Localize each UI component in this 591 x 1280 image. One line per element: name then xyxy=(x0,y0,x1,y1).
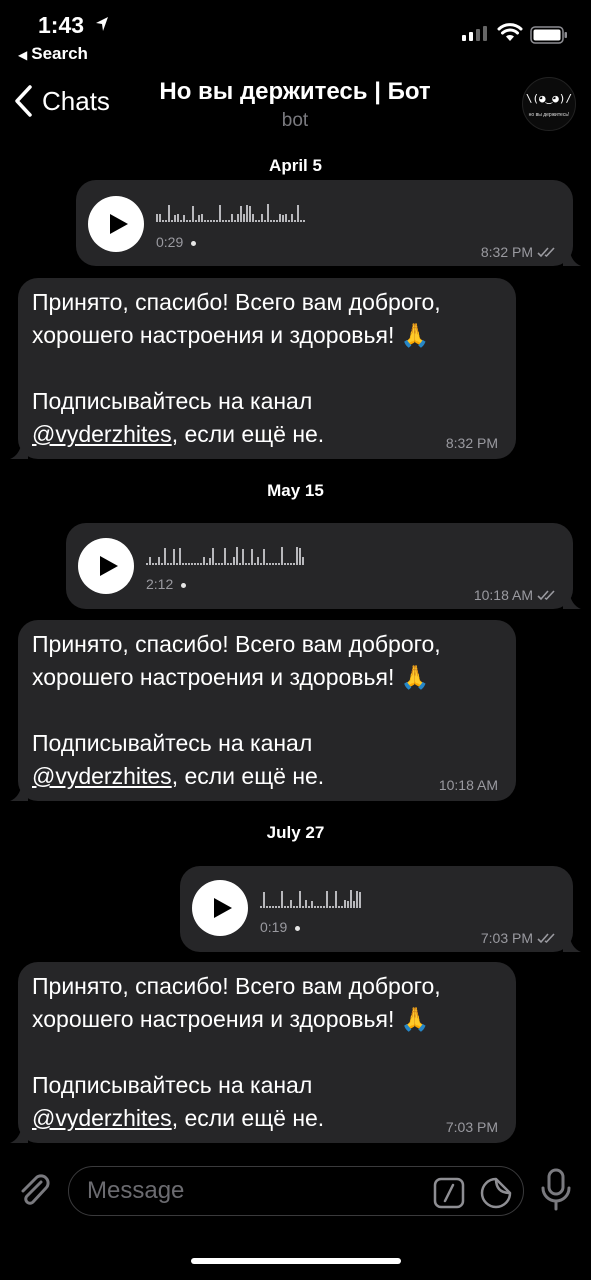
microphone-icon[interactable] xyxy=(538,1168,574,1212)
voice-duration: 0:19 xyxy=(260,919,301,935)
voice-waveform xyxy=(156,200,306,222)
voice-message-bubble[interactable]: 0:29 8:32 PM xyxy=(76,180,581,266)
message-meta: 7:03 PM xyxy=(481,930,559,946)
voice-duration: 2:12 xyxy=(146,576,187,592)
location-arrow-icon xyxy=(96,17,108,31)
incoming-message-bubble[interactable]: Принято, спасибо! Всего вам доброго, хор… xyxy=(10,962,516,1143)
bot-avatar[interactable]: \(◕‿◕)/ но вы держитесь! xyxy=(522,77,576,131)
cellular-signal-icon xyxy=(462,26,487,41)
chat-subtitle: bot xyxy=(281,110,309,131)
status-time: 1:43 xyxy=(38,12,85,38)
paperclip-icon[interactable] xyxy=(14,1170,54,1210)
wifi-icon xyxy=(497,23,523,41)
chevron-left-icon xyxy=(15,85,32,117)
message-time: 8:32 PM xyxy=(480,244,533,260)
date-separator: April 5 xyxy=(269,156,322,175)
message-time: 8:32 PM xyxy=(445,435,498,451)
play-icon xyxy=(100,556,118,576)
unplayed-dot xyxy=(295,925,301,931)
date-separator: July 27 xyxy=(266,823,325,842)
bubble-tail xyxy=(10,783,28,801)
sticker-icon[interactable] xyxy=(479,1176,513,1210)
back-to-app-button[interactable]: ◀ Search xyxy=(18,44,88,64)
channel-link[interactable]: @vyderzhites xyxy=(32,763,172,789)
bubble-tail xyxy=(563,591,581,609)
avatar-caption: но вы держитесь! xyxy=(528,112,570,118)
chat-title[interactable]: Но вы держитесь | Бот xyxy=(120,78,470,106)
chat-header: Chats Но вы держитесь | Бот bot \(◕‿◕)/ … xyxy=(0,70,591,142)
double-check-icon xyxy=(537,590,555,601)
message-time: 10:18 AM xyxy=(438,777,498,793)
message-time: 10:18 AM xyxy=(473,587,533,603)
voice-message-bubble[interactable]: 0:19 7:03 PM xyxy=(180,866,581,952)
voice-message-bubble[interactable]: 2:12 10:18 AM xyxy=(66,523,581,609)
slash-command-icon[interactable] xyxy=(433,1177,465,1209)
play-button[interactable] xyxy=(78,538,134,594)
message-time: 7:03 PM xyxy=(445,1119,498,1135)
date-separator: May 15 xyxy=(267,481,324,500)
back-to-app-label: Search xyxy=(31,44,88,63)
voice-duration: 0:29 xyxy=(156,234,197,250)
message-meta: 8:32 PM xyxy=(481,244,559,260)
play-icon xyxy=(110,214,128,234)
back-label: Chats xyxy=(42,85,110,116)
message-input[interactable] xyxy=(87,1175,417,1207)
message-time: 7:03 PM xyxy=(480,930,533,946)
bubble-tail xyxy=(10,441,28,459)
home-indicator[interactable] xyxy=(191,1258,401,1264)
bubble-tail xyxy=(563,248,581,266)
avatar-emoticon: \(◕‿◕)/ xyxy=(525,92,573,105)
channel-link[interactable]: @vyderzhites xyxy=(32,1105,172,1131)
back-to-chats-button[interactable]: Chats xyxy=(12,84,110,118)
message-composer xyxy=(0,1160,591,1220)
incoming-message-bubble[interactable]: Принято, спасибо! Всего вам доброго, хор… xyxy=(10,620,516,801)
play-icon xyxy=(214,898,232,918)
channel-link[interactable]: @vyderzhites xyxy=(32,421,172,447)
message-meta: 10:18 AM xyxy=(474,587,559,603)
battery-icon xyxy=(530,26,567,44)
double-check-icon xyxy=(537,933,555,944)
unplayed-dot xyxy=(191,240,197,246)
double-check-icon xyxy=(537,247,555,258)
play-button[interactable] xyxy=(192,880,248,936)
voice-waveform xyxy=(146,543,305,565)
bubble-tail xyxy=(10,1125,28,1143)
message-text: Принято, спасибо! Всего вам доброго, хор… xyxy=(32,973,441,1131)
message-text: Принято, спасибо! Всего вам доброго, хор… xyxy=(32,289,441,447)
status-bar: 1:43 ◀ Search xyxy=(0,0,591,70)
bubble-tail xyxy=(563,934,581,952)
incoming-message-bubble[interactable]: Принято, спасибо! Всего вам доброго, хор… xyxy=(10,278,516,459)
message-text: Принято, спасибо! Всего вам доброго, хор… xyxy=(32,631,441,789)
unplayed-dot xyxy=(181,582,187,588)
play-button[interactable] xyxy=(88,196,144,252)
voice-waveform xyxy=(260,886,362,908)
message-field[interactable] xyxy=(68,1166,524,1216)
